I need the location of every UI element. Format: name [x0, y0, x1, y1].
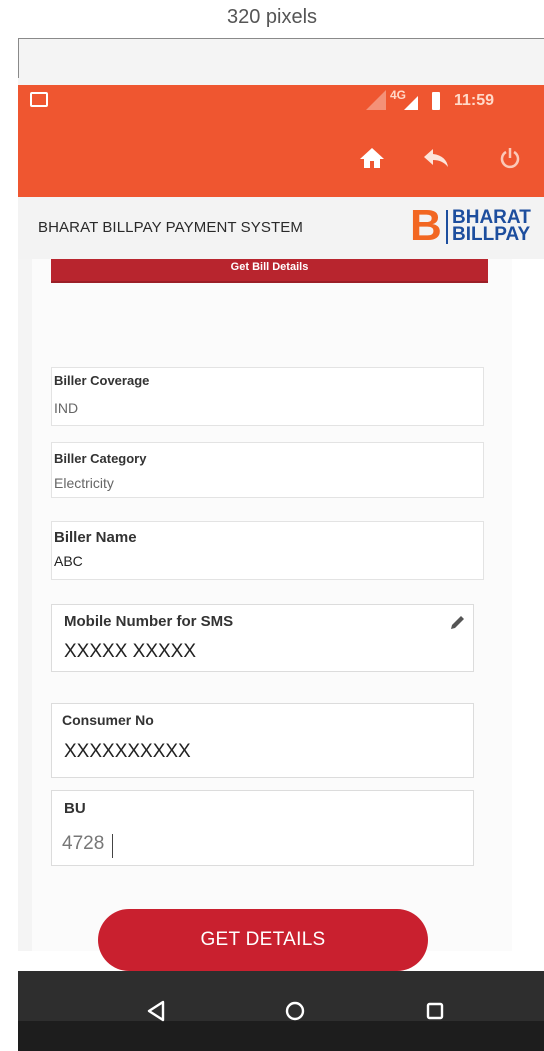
get-details-button[interactable]: GET DETAILS — [98, 909, 428, 971]
nav-recents-button[interactable] — [420, 996, 450, 1026]
circle-home-icon — [285, 1001, 305, 1021]
mobile-number-value[interactable]: XXXXX XXXXX — [64, 641, 196, 663]
power-button[interactable] — [490, 138, 530, 178]
wifi-icon — [366, 90, 386, 110]
app-bar — [18, 117, 544, 197]
battery-icon — [432, 92, 440, 110]
biller-category-label: Biller Category — [54, 451, 147, 466]
bharat-billpay-logo-mark: B — [410, 201, 442, 250]
page-title: BHARAT BILLPAY PAYMENT SYSTEM — [38, 219, 303, 236]
consumer-no-value[interactable]: XXXXXXXXXX — [64, 741, 191, 763]
bu-value[interactable]: 4728 — [62, 833, 104, 855]
bu-label: BU — [64, 800, 86, 817]
mobile-number-label: Mobile Number for SMS — [64, 613, 234, 630]
biller-coverage-label: Biller Coverage — [54, 373, 150, 388]
power-icon — [500, 148, 520, 169]
home-button[interactable] — [352, 138, 392, 178]
back-button[interactable] — [416, 138, 456, 178]
biller-name-value: ABC — [54, 553, 83, 569]
triangle-back-icon — [147, 1000, 165, 1022]
width-annotation: 320 pixels — [226, 6, 318, 28]
biller-coverage-value: IND — [54, 400, 79, 416]
annotation-line — [18, 38, 544, 39]
image-notification-icon — [30, 92, 48, 107]
square-recents-icon — [426, 1002, 444, 1020]
annotation-tick — [18, 38, 19, 78]
reply-back-icon — [424, 149, 448, 167]
biller-category-value: Electricity — [54, 475, 114, 491]
nav-home-button[interactable] — [280, 996, 310, 1026]
status-time: 11:59 — [454, 92, 495, 109]
signal-icon — [404, 96, 418, 110]
section-title: Get Bill Details — [230, 261, 309, 273]
nav-back-button[interactable] — [141, 996, 171, 1026]
left-margin — [18, 259, 32, 951]
consumer-no-label: Consumer No — [62, 712, 154, 728]
text-caret — [112, 834, 113, 858]
pencil-edit-icon[interactable] — [448, 614, 466, 632]
logo-divider — [446, 210, 448, 244]
annotation-band — [18, 39, 544, 85]
home-icon — [360, 148, 384, 168]
logo-line-2: BILLPAY — [452, 224, 531, 245]
biller-name-label: Biller Name — [54, 529, 137, 546]
bu-field[interactable] — [51, 790, 474, 866]
bharat-billpay-logo-text: BHARAT BILLPAY — [452, 208, 531, 245]
